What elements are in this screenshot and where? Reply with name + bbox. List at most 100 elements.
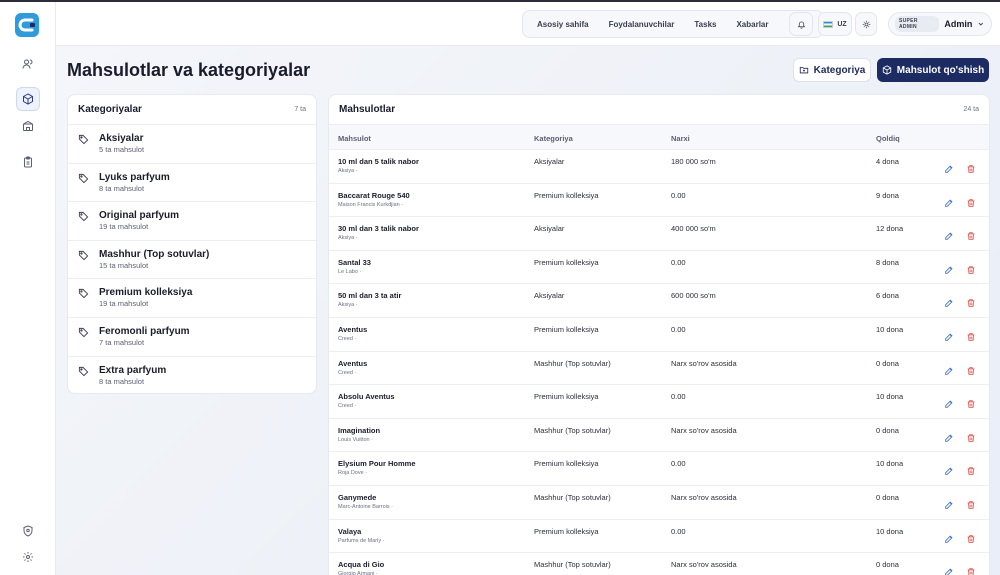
category-item[interactable]: Mashhur (Top sotuvlar) 15 ta mahsulot (68, 241, 316, 280)
category-item[interactable]: Extra parfyum 8 ta mahsulot (68, 357, 316, 393)
product-stock: 0 dona (876, 492, 899, 502)
delete-button[interactable] (966, 262, 976, 274)
user-menu[interactable]: SUPER ADMIN Admin (888, 12, 992, 36)
table-row[interactable]: Absolu Aventus Creed · Premium kolleksiya 0… (329, 385, 989, 419)
language-button[interactable]: UZ (818, 12, 852, 36)
notifications-button[interactable] (789, 12, 813, 36)
nav-link-users[interactable]: Foydalanuvchilar (599, 20, 685, 29)
category-item[interactable]: Premium kolleksiya 19 ta mahsulot (68, 279, 316, 318)
product-brand: Creed · (338, 369, 357, 376)
sidebar-security-button[interactable] (16, 519, 40, 543)
table-row[interactable]: Imagination Louis Vuitton · Mashhur (Top s… (329, 419, 989, 453)
chevron-down-icon (978, 22, 984, 26)
table-row[interactable]: Ganymede Marc-Antoine Barrois · Mashhur (T… (329, 486, 989, 520)
sidebar-users-button[interactable] (16, 52, 40, 76)
box-plus-icon (882, 65, 891, 75)
category-item[interactable]: Feromonli parfyum 7 ta mahsulot (68, 318, 316, 357)
table-row[interactable]: Santal 33 Le Labo · Premium kolleksiya 0.00… (329, 251, 989, 285)
product-brand: Creed · (338, 335, 357, 342)
delete-button[interactable] (966, 531, 976, 543)
add-product-button[interactable]: Mahsulot qo'shish (877, 58, 989, 82)
add-product-label: Mahsulot qo'shish (896, 64, 985, 76)
product-name: Acqua di Gio (338, 560, 385, 570)
sidebar-settings-button[interactable] (16, 545, 40, 569)
sidebar-orders-button[interactable] (16, 150, 40, 174)
product-name: 30 ml dan 3 talik nabor (338, 224, 419, 234)
product-name: Elysium Pour Homme (338, 459, 416, 469)
edit-button[interactable] (944, 195, 954, 207)
edit-button[interactable] (944, 430, 954, 442)
edit-button[interactable] (944, 564, 954, 575)
app-logo[interactable] (14, 12, 40, 38)
delete-button[interactable] (966, 195, 976, 207)
table-row[interactable]: 10 ml dan 5 talik nabor Aksiya · Aksiyalar… (329, 150, 989, 184)
nav-link-tasks[interactable]: Tasks (684, 20, 726, 29)
top-nav: Asosiy sahifa Foydalanuvchilar Tasks Xab… (522, 10, 825, 38)
nav-link-home[interactable]: Asosiy sahifa (527, 20, 599, 29)
delete-button[interactable] (966, 564, 976, 575)
trash-icon (966, 228, 976, 245)
edit-button[interactable] (944, 463, 954, 476)
edit-button[interactable] (944, 228, 954, 240)
pencil-icon (944, 262, 954, 279)
category-name: Mashhur (Top sotuvlar) (99, 248, 210, 260)
category-text: Mashhur (Top sotuvlar) 15 ta mahsulot (99, 249, 209, 271)
table-row[interactable]: Elysium Pour Homme Roja Dove · Premium kol… (329, 452, 989, 486)
column-header-price: Narxi (671, 134, 690, 143)
delete-button[interactable] (966, 161, 976, 173)
shield-icon (23, 525, 33, 537)
trash-icon (966, 564, 976, 575)
table-row[interactable]: Acqua di Gio Giorgio Armani · Mashhur (Top… (329, 553, 989, 575)
product-brand: Louis Vuitton · (338, 436, 373, 443)
product-price: Narx so'rov asosida (671, 560, 737, 570)
category-item[interactable]: Original parfyum 19 ta mahsulot (68, 202, 316, 241)
product-name: Ganymede (338, 492, 377, 502)
category-item[interactable]: Lyuks parfyum 8 ta mahsulot (68, 164, 316, 203)
table-row[interactable]: Valaya Parfums de Marly · Premium kolleksi… (329, 520, 989, 554)
edit-button[interactable] (944, 497, 954, 509)
delete-button[interactable] (966, 497, 976, 509)
category-item[interactable]: Aksiyalar 5 ta mahsulot (68, 125, 316, 164)
pencil-icon (944, 295, 954, 312)
bell-icon (797, 21, 805, 29)
edit-button[interactable] (944, 295, 954, 308)
delete-button[interactable] (966, 228, 976, 240)
sidebar-products-button[interactable] (16, 87, 40, 111)
delete-button[interactable] (966, 463, 976, 476)
delete-button[interactable] (966, 295, 976, 308)
product-stock: 0 dona (876, 358, 899, 368)
add-category-button[interactable]: Kategoriya (793, 58, 871, 82)
product-price: 0.00 (671, 190, 686, 200)
table-row[interactable]: 30 ml dan 3 talik nabor Aksiya · Aksiyalar… (329, 217, 989, 251)
theme-toggle-button[interactable] (855, 12, 877, 36)
table-row[interactable]: Aventus Creed · Premium kolleksiya 0.00 10 d… (329, 318, 989, 352)
category-name: Lyuks parfyum (99, 171, 170, 183)
sidebar-store-button[interactable] (16, 114, 40, 138)
products-title: Mahsulotlar (339, 104, 396, 115)
product-price: Narx so'rov asosida (671, 425, 737, 435)
table-row[interactable]: 50 ml dan 3 ta atir Aksiya · Aksiyalar 600 … (329, 284, 989, 318)
language-label: UZ (837, 20, 847, 28)
product-stock: 9 dona (876, 190, 899, 200)
pencil-icon (944, 531, 954, 548)
edit-button[interactable] (944, 396, 954, 408)
product-brand: Aksiya · (338, 168, 358, 174)
edit-button[interactable] (944, 329, 954, 341)
edit-button[interactable] (944, 262, 954, 274)
product-price: 0.00 (671, 324, 686, 334)
nav-link-messages[interactable]: Xabarlar (726, 20, 778, 29)
edit-button[interactable] (944, 363, 954, 375)
column-header-stock: Qoldiq (876, 134, 900, 143)
delete-button[interactable] (966, 363, 976, 375)
product-price: 0.00 (671, 392, 686, 402)
products-table-header: Mahsulot Kategoriya Narxi Qoldiq (329, 125, 989, 150)
delete-button[interactable] (966, 329, 976, 341)
edit-button[interactable] (944, 531, 954, 543)
delete-button[interactable] (966, 396, 976, 408)
table-row[interactable]: Aventus Creed · Mashhur (Top sotuvlar) Narx… (329, 352, 989, 386)
product-stock: 6 dona (876, 291, 899, 301)
edit-button[interactable] (944, 161, 954, 173)
product-brand: Aksiya · (338, 235, 358, 242)
delete-button[interactable] (966, 430, 976, 442)
table-row[interactable]: Baccarat Rouge 540 Maison Francis Kurkdji… (329, 184, 989, 218)
